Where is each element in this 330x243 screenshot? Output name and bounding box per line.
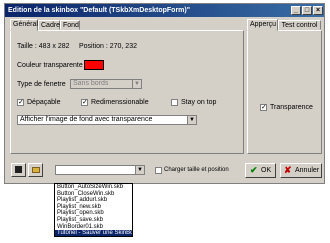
stay-on-top-checkbox[interactable] (171, 99, 178, 106)
list-item[interactable]: Playlist_save.skb (55, 217, 132, 224)
minimize-button[interactable]: _ (291, 6, 301, 15)
list-item[interactable]: WinBorder01.skb (55, 224, 132, 231)
resizable-checkbox[interactable]: ✓ (81, 99, 88, 106)
tab-apercu[interactable]: Apperçu (247, 19, 278, 31)
list-item-selected[interactable]: Tutoriel - Sauver une SkinBox (55, 230, 132, 236)
close-button[interactable]: × (313, 6, 323, 15)
floppy-disk-icon (15, 166, 22, 173)
chevron-down-icon: ▼ (132, 80, 141, 88)
skin-file-select[interactable]: ▼ (55, 165, 145, 175)
chevron-down-icon: ▼ (135, 166, 144, 174)
stay-on-top-label: Stay on top (181, 99, 217, 106)
transparent-color-label: Couleur transparente (17, 62, 83, 69)
ok-label: OK (261, 167, 272, 174)
ok-button[interactable]: ✔ OK (245, 163, 276, 178)
cancel-button[interactable]: ✘ Annuler (280, 163, 322, 178)
window-type-value: Sans bords (73, 80, 109, 87)
transparent-color-swatch[interactable] (84, 60, 104, 70)
draggable-label: Dépaçable (27, 99, 61, 106)
folder-open-icon (32, 167, 40, 173)
window-title: Edition de la skinbox "Default (TSkbXmDe… (8, 7, 191, 14)
list-item[interactable]: Playlist_addurl.skb (55, 197, 132, 204)
position-label: Position : 270, 232 (79, 43, 137, 50)
list-item[interactable]: Button_CloseWin.skb (55, 191, 132, 198)
tab-fond[interactable]: Fond (60, 20, 80, 30)
maximize-button[interactable]: □ (302, 6, 312, 15)
background-mode-select[interactable]: Afficher l'image de fond avec transparen… (17, 115, 197, 125)
cancel-label: Annuler (295, 167, 320, 174)
background-mode-value: Afficher l'image de fond avec transparen… (20, 116, 153, 123)
draggable-checkbox[interactable]: ✓ (17, 99, 24, 106)
preview-panel: ✓ Transparence (247, 30, 322, 154)
tab-general[interactable]: Général (10, 19, 38, 31)
load-size-pos-label: Charger taille et position (164, 167, 229, 173)
checkmark-icon: ✔ (250, 165, 258, 175)
save-button[interactable] (11, 163, 26, 177)
title-bar[interactable]: Edition de la skinbox "Default (TSkbXmDe… (5, 4, 324, 17)
transparency-label: Transparence (270, 104, 313, 111)
window-type-select[interactable]: Sans bords ▼ (70, 79, 142, 89)
skinbox-editor-window: Edition de la skinbox "Default (TSkbXmDe… (4, 3, 325, 184)
load-size-pos-checkbox[interactable] (155, 167, 162, 174)
tab-cadre[interactable]: Cadre (38, 20, 60, 30)
chevron-down-icon: ▼ (187, 116, 196, 124)
transparency-checkbox[interactable]: ✓ (260, 104, 267, 111)
tab-test-control[interactable]: Test control (278, 20, 321, 30)
size-label: Taille : 483 x 282 (17, 43, 70, 50)
list-item[interactable]: Playlist_new.skb (55, 204, 132, 211)
resizable-label: Redimenssionable (91, 99, 149, 106)
list-item[interactable]: Playlist_open.skb (55, 210, 132, 217)
open-button[interactable] (28, 163, 43, 177)
window-type-label: Type de fenetre (17, 81, 66, 88)
list-item[interactable]: Button_AutoSizeWin.skb (55, 184, 132, 191)
cross-icon: ✘ (284, 165, 292, 175)
skin-file-dropdown-list[interactable]: Button_AutoSizeWin.skb Button_CloseWin.s… (54, 183, 133, 237)
general-panel: Taille : 483 x 282 Position : 270, 232 C… (10, 30, 244, 154)
